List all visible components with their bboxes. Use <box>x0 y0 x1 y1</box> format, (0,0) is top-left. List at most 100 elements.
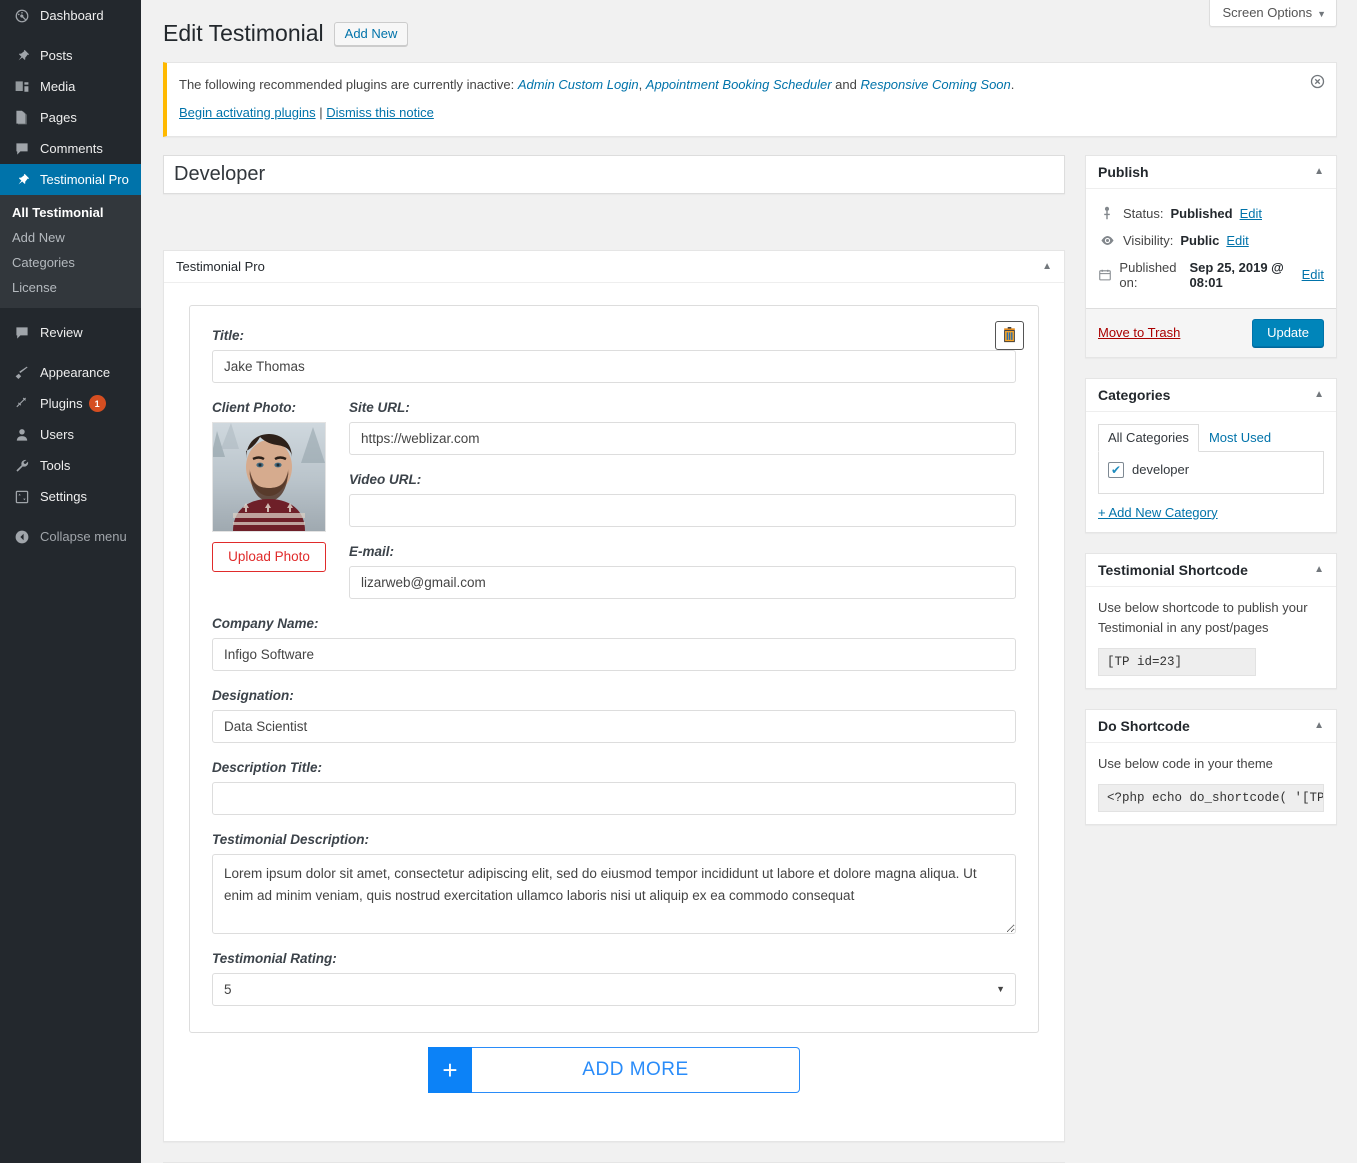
submenu-item-all-testimonial[interactable]: All Testimonial <box>0 200 141 225</box>
toggle-panel-icon[interactable]: ▲ <box>1314 720 1324 731</box>
toggle-panel-icon[interactable]: ▲ <box>1314 564 1324 575</box>
edit-visibility-link[interactable]: Edit <box>1226 233 1248 248</box>
main-content: Screen Options ▼ Edit Testimonial Add New… <box>141 0 1357 1163</box>
client-photo-thumbnail[interactable] <box>212 421 326 532</box>
testimonial-pro-panel-header[interactable]: Testimonial Pro ▲ <box>164 251 1064 283</box>
category-item-developer[interactable]: ✔ developer <box>1108 461 1314 478</box>
screen-options-button[interactable]: Screen Options ▼ <box>1209 0 1337 27</box>
post-title-wrapper <box>163 154 1065 194</box>
email-input[interactable] <box>349 565 1016 599</box>
add-new-category-link[interactable]: + Add New Category <box>1098 505 1324 520</box>
plus-icon: + <box>428 1046 472 1093</box>
submenu-item-label: License <box>12 280 57 295</box>
submenu-item-label: Add New <box>12 230 65 245</box>
testimonial-description-label: Testimonial Description: <box>212 831 370 847</box>
toggle-panel-icon[interactable]: ▲ <box>1042 261 1052 272</box>
publish-panel-body: Status: Published Edit Visibility: Publi… <box>1086 189 1336 308</box>
description-title-field: Description Title: <box>212 760 1016 815</box>
description-title-input[interactable] <box>212 781 1016 815</box>
publish-status-row: Status: Published Edit <box>1098 200 1324 227</box>
post-title-input[interactable] <box>164 155 1064 193</box>
visibility-label: Visibility: <box>1123 232 1174 248</box>
move-to-trash-link[interactable]: Move to Trash <box>1098 325 1180 340</box>
shortcode-value[interactable]: [TP id=23] <box>1098 647 1256 676</box>
do-shortcode-help-text: Use below code in your theme <box>1098 755 1273 771</box>
testimonial-description-field: Testimonial Description: Lorem ipsum dol… <box>212 832 1016 934</box>
sidebar-item-comments[interactable]: Comments <box>0 133 141 164</box>
sidebar-item-collapse-menu[interactable]: Collapse menu <box>0 521 141 552</box>
publish-panel-header[interactable]: Publish ▲ <box>1086 156 1336 189</box>
link-admin-custom-login[interactable]: Admin Custom Login <box>518 77 639 92</box>
sidebar-item-users[interactable]: Users <box>0 419 141 450</box>
email-field: E-mail: <box>349 544 1016 599</box>
rating-select-wrapper: 5 <box>212 972 1016 1006</box>
notice-dismiss-icon[interactable] <box>1310 74 1326 90</box>
toggle-panel-icon[interactable]: ▲ <box>1314 166 1324 177</box>
sidebar-item-dashboard[interactable]: Dashboard <box>0 0 141 31</box>
tab-most-used[interactable]: Most Used <box>1199 424 1281 452</box>
sliders-icon <box>12 489 32 505</box>
tab-all-categories[interactable]: All Categories <box>1098 423 1199 452</box>
add-new-button[interactable]: Add New <box>333 21 409 46</box>
title-field: Title: <box>212 328 1016 383</box>
calendar-icon <box>1098 268 1112 282</box>
page-wrap: Edit Testimonial Add New The following r… <box>141 0 1357 1163</box>
do-shortcode-value[interactable]: <?php echo do_shortcode( '[TP id=23]' <box>1098 784 1324 813</box>
status-label: Status: <box>1123 205 1164 221</box>
upload-photo-button[interactable]: Upload Photo <box>212 541 326 572</box>
begin-activating-plugins-link[interactable]: Begin activating plugins <box>179 105 316 120</box>
wrench-icon <box>12 458 32 474</box>
sidebar-item-media[interactable]: Media <box>0 71 141 102</box>
sidebar-item-label: Review <box>40 325 83 340</box>
submenu-item-license[interactable]: License <box>0 275 141 300</box>
pin-icon <box>12 48 32 64</box>
visibility-value: Public <box>1180 232 1220 248</box>
testimonial-shortcode-panel-header[interactable]: Testimonial Shortcode ▲ <box>1086 554 1336 587</box>
category-checklist: ✔ developer <box>1098 451 1324 494</box>
testimonial-rating-select[interactable]: 5 <box>212 972 1016 1006</box>
chevron-down-icon: ▼ <box>1317 9 1326 19</box>
category-tabs: All Categories Most Used <box>1098 423 1324 452</box>
add-more-button[interactable]: + ADD MORE <box>428 1046 800 1093</box>
testimonial-rating-label: Testimonial Rating: <box>212 950 337 966</box>
site-url-input[interactable] <box>349 421 1016 455</box>
delete-testimonial-button[interactable] <box>995 320 1024 350</box>
link-appointment-booking-scheduler[interactable]: Appointment Booking Scheduler <box>646 77 832 92</box>
sidebar-item-settings[interactable]: Settings <box>0 481 141 512</box>
video-url-field: Video URL: <box>349 472 1016 527</box>
sidebar-item-pages[interactable]: Pages <box>0 102 141 133</box>
edit-published-date-link[interactable]: Edit <box>1302 267 1324 282</box>
testimonial-pro-submenu: All Testimonial Add New Categories Licen… <box>0 195 141 308</box>
sidebar-item-appearance[interactable]: Appearance <box>0 357 141 388</box>
categories-panel-header[interactable]: Categories ▲ <box>1086 379 1336 412</box>
submenu-item-add-new[interactable]: Add New <box>0 225 141 250</box>
update-button[interactable]: Update <box>1252 318 1324 347</box>
designation-input[interactable] <box>212 709 1016 743</box>
video-url-label: Video URL: <box>349 471 422 487</box>
menu-separator <box>0 31 141 40</box>
toggle-panel-icon[interactable]: ▲ <box>1314 389 1324 400</box>
testimonial-description-textarea[interactable]: Lorem ipsum dolor sit amet, consectetur … <box>212 853 1016 934</box>
dismiss-this-notice-link[interactable]: Dismiss this notice <box>326 105 434 120</box>
designation-label: Designation: <box>212 687 294 703</box>
plug-icon <box>12 396 32 412</box>
sidebar-item-review[interactable]: Review <box>0 317 141 348</box>
sidebar-item-label: Media <box>40 79 76 94</box>
trash-icon <box>1002 327 1017 343</box>
edit-status-link[interactable]: Edit <box>1240 206 1262 221</box>
editor-spacer <box>163 194 1065 250</box>
sidebar-item-plugins[interactable]: Plugins 1 <box>0 388 141 419</box>
company-name-input[interactable] <box>212 637 1016 671</box>
sidebar-item-posts[interactable]: Posts <box>0 40 141 71</box>
notice-sep-2: and <box>831 77 861 92</box>
sidebar-item-tools[interactable]: Tools <box>0 450 141 481</box>
video-url-input[interactable] <box>349 493 1016 527</box>
title-input[interactable] <box>212 349 1016 383</box>
checkbox-checked-icon[interactable]: ✔ <box>1108 461 1124 478</box>
sidebar-item-testimonial-pro[interactable]: Testimonial Pro <box>0 164 149 195</box>
do-shortcode-panel-header[interactable]: Do Shortcode ▲ <box>1086 710 1336 743</box>
link-responsive-coming-soon[interactable]: Responsive Coming Soon <box>860 77 1010 92</box>
submenu-item-categories[interactable]: Categories <box>0 250 141 275</box>
categories-panel: Categories ▲ All Categories Most Used ✔ … <box>1085 377 1337 533</box>
published-on-value: Sep 25, 2019 @ 08:01 <box>1189 259 1284 290</box>
